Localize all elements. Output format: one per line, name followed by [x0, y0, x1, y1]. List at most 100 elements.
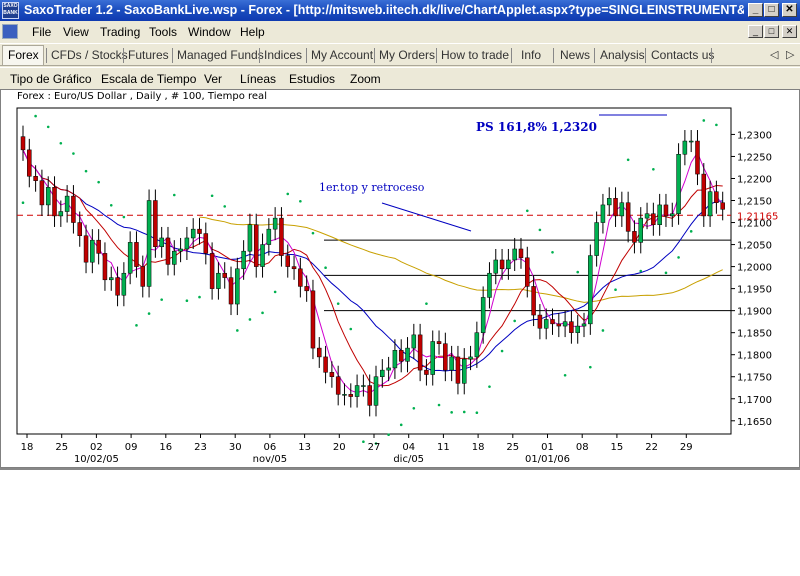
candle-body — [657, 204, 662, 225]
nav-separator — [436, 48, 437, 63]
candle-body — [531, 286, 536, 316]
candle-body — [537, 314, 543, 329]
nav-separator — [306, 48, 307, 63]
candle-body — [512, 248, 517, 261]
candle-body — [109, 277, 114, 281]
menu-studies[interactable]: Estudios — [289, 72, 335, 86]
candle-body — [323, 356, 328, 373]
nav-futures[interactable]: Futures — [128, 48, 169, 62]
document-icon[interactable] — [2, 24, 18, 39]
menu-help[interactable]: Help — [240, 25, 265, 39]
candle-body — [184, 237, 190, 250]
menu-trading[interactable]: Trading — [100, 25, 140, 39]
candle-body — [468, 356, 473, 360]
nav-separator — [711, 48, 712, 63]
psar-dot — [299, 199, 302, 203]
candle-body — [581, 323, 587, 327]
candle-body — [701, 173, 707, 217]
menu-chart-type[interactable]: Tipo de Gráfico — [10, 72, 92, 86]
psar-dot — [412, 407, 416, 410]
candle-body — [480, 297, 486, 333]
candle-body — [543, 319, 549, 329]
psar-dot — [185, 299, 189, 303]
psar-dot — [147, 312, 151, 315]
menu-file[interactable]: File — [32, 25, 51, 39]
psar-dot — [475, 411, 479, 415]
x-tick-label: 30 — [229, 442, 242, 453]
nav-cfds-stocks[interactable]: CFDs / Stocks — [51, 48, 128, 62]
candle-body — [380, 369, 385, 377]
nav-info[interactable]: Info — [521, 48, 541, 62]
psar-dot — [311, 231, 315, 235]
nav-right-arrow-icon[interactable]: ▷ — [786, 48, 794, 61]
nav-separator — [511, 48, 512, 63]
candle-body — [253, 224, 259, 267]
candle-body — [235, 268, 240, 305]
candle-body — [462, 358, 467, 384]
candle-body — [39, 180, 45, 206]
psar-dot — [450, 411, 453, 414]
mdi-minimize-button[interactable]: _ — [748, 25, 763, 38]
minimize-button[interactable]: _ — [748, 3, 763, 17]
y-tick-label: 1,1800 — [737, 351, 772, 362]
close-button[interactable]: ✕ — [782, 3, 797, 17]
nav-my-account[interactable]: My Account — [311, 48, 373, 62]
nav-forex[interactable]: Forex — [8, 48, 39, 62]
candle-body — [140, 266, 146, 287]
psar-dot — [614, 288, 617, 292]
candle-body — [121, 272, 127, 296]
nav-news[interactable]: News — [560, 48, 590, 62]
nav-indices[interactable]: Indices — [264, 48, 302, 62]
nav-managed-funds[interactable]: Managed Funds — [177, 48, 264, 62]
candle-body — [165, 237, 171, 265]
candle-body — [474, 332, 480, 358]
menu-zoom[interactable]: Zoom — [350, 72, 381, 86]
y-tick-label: 1,1700 — [737, 395, 772, 406]
candle-body — [449, 356, 454, 371]
psar-dot — [172, 193, 176, 197]
x-tick-label: 06 — [264, 442, 277, 453]
menu-view[interactable]: View — [63, 25, 89, 39]
psar-dot — [664, 271, 668, 275]
nav-how-to-trade[interactable]: How to trade — [441, 48, 509, 62]
candle-body — [222, 272, 227, 278]
candle-body — [707, 191, 713, 217]
candle-body — [600, 204, 606, 223]
price-chart[interactable]: 1,23001,22501,22001,21501,21001,20501,20… — [1, 90, 800, 469]
x-tick-label: 23 — [194, 442, 207, 453]
psar-dot — [488, 385, 491, 388]
psar-dot — [72, 152, 75, 155]
candle-body — [20, 136, 26, 151]
nav-separator — [553, 48, 554, 63]
x-tick-label: 02 — [90, 442, 103, 453]
nav-my-orders[interactable]: My Orders — [379, 48, 435, 62]
candle-body — [45, 187, 51, 206]
y-tick-label: 1,2300 — [737, 130, 772, 141]
menu-lines[interactable]: Líneas — [240, 72, 276, 86]
y-tick-label: 1,1650 — [737, 417, 772, 428]
y-tick-label: 1,2250 — [737, 152, 772, 163]
menu-window[interactable]: Window — [188, 25, 231, 39]
psar-dot — [324, 266, 327, 269]
nav-left-arrow-icon[interactable]: ◁ — [770, 48, 778, 61]
candle-body — [335, 376, 341, 395]
nav-analysis[interactable]: Analysis — [600, 48, 645, 62]
title-bar: SAXO BANK SaxoTrader 1.2 - SaxoBankLive.… — [0, 0, 800, 21]
candle-body — [688, 140, 694, 143]
menu-time-scale[interactable]: Escala de Tiempo — [101, 72, 196, 86]
window-title: SaxoTrader 1.2 - SaxoBankLive.wsp - Fore… — [24, 3, 744, 17]
menu-view-chart[interactable]: Ver — [204, 72, 222, 86]
mdi-maximize-button[interactable]: □ — [764, 25, 779, 38]
candle-body — [83, 235, 89, 263]
nav-contacts-us[interactable]: Contacts us — [651, 48, 714, 62]
psar-dot — [261, 311, 264, 315]
menu-tools[interactable]: Tools — [149, 25, 177, 39]
mdi-close-button[interactable]: ✕ — [782, 25, 797, 38]
candle-body — [487, 272, 492, 298]
maximize-button[interactable]: □ — [764, 3, 779, 17]
psar-dot — [286, 192, 290, 196]
nav-separator — [259, 48, 260, 63]
psar-dot — [626, 158, 630, 162]
lower-panel — [0, 468, 800, 576]
chart-panel[interactable]: Forex : Euro/US Dollar , Daily , # 100, … — [0, 89, 800, 468]
